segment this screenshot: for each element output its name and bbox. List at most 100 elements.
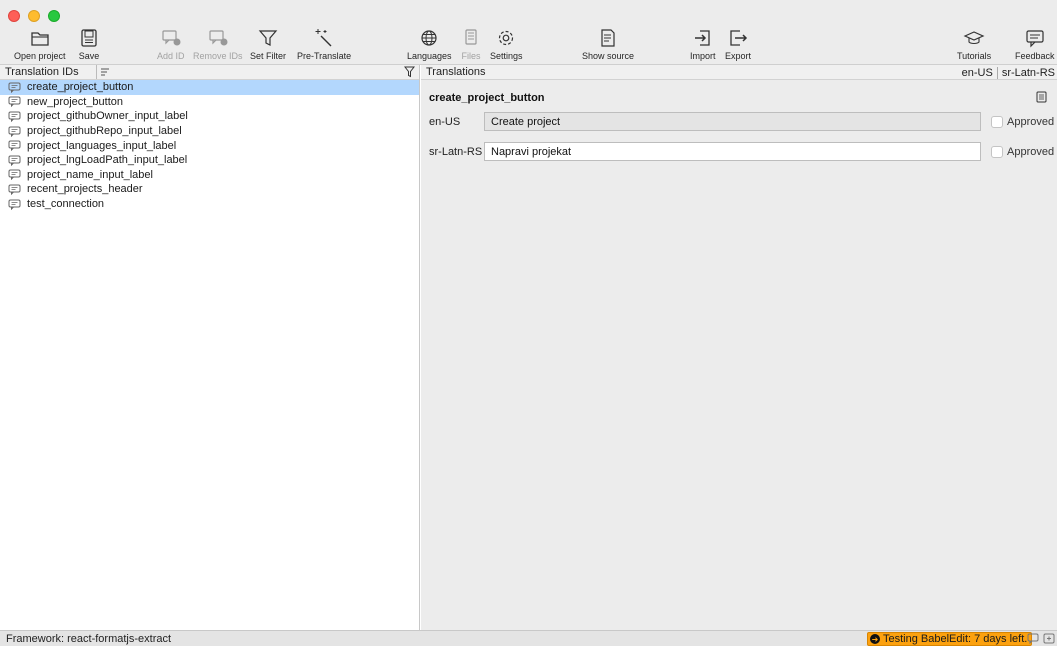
translation-id-item[interactable]: project_githubRepo_input_label [0, 124, 419, 139]
translation-id-item[interactable]: create_project_button [0, 80, 419, 95]
chat-icon[interactable] [1027, 633, 1039, 646]
open-project-button[interactable]: Open project [14, 28, 66, 62]
comment-icon [8, 199, 21, 210]
set-filter-label: Set Filter [250, 51, 287, 61]
remove-ids-button[interactable]: Remove IDs [193, 28, 243, 62]
approved-checkbox-sr-latn-rs[interactable]: Approved [991, 145, 1055, 158]
comment-icon [8, 82, 21, 93]
add-id-label: Add ID [157, 51, 185, 61]
translation-id-item[interactable]: project_lngLoadPath_input_label [0, 153, 419, 168]
filter-icon [258, 30, 278, 46]
translation-ids-header: Translation IDs [0, 65, 419, 80]
languages-button[interactable]: Languages [407, 28, 452, 62]
translation-id-item[interactable]: test_connection [0, 197, 419, 212]
translation-id-item[interactable]: project_languages_input_label [0, 138, 419, 153]
status-bar: Framework: react-formatjs-extract ➜ Test… [0, 630, 1057, 646]
set-filter-button[interactable]: Set Filter [250, 28, 286, 62]
comment-icon [8, 169, 21, 181]
comment-icon [8, 140, 21, 152]
save-button[interactable]: Save [78, 28, 100, 62]
translation-id-label: project_name_input_label [27, 168, 153, 181]
show-source-label: Show source [582, 51, 635, 61]
close-window-button[interactable] [8, 10, 20, 22]
translation-id-label: project_githubRepo_input_label [27, 125, 182, 138]
remove-comment-icon [209, 30, 228, 46]
zoom-window-button[interactable] [48, 10, 60, 22]
graduation-cap-icon [963, 31, 985, 45]
add-id-button[interactable]: Add ID [157, 28, 185, 62]
translation-id-label: test_connection [27, 198, 105, 211]
comment-icon [8, 111, 21, 122]
translation-key-title: create_project_button [429, 92, 545, 104]
pre-translate-button[interactable]: Pre-Translate [297, 28, 351, 62]
settings-button[interactable]: Settings [490, 28, 523, 62]
feedback-icon [1026, 30, 1044, 48]
comment-icon [8, 126, 21, 137]
translations-title: Translations [426, 66, 486, 78]
translation-id-item[interactable]: project_name_input_label [0, 168, 419, 183]
magic-wand-icon [315, 29, 332, 47]
row-language-label: sr-Latn-RS [429, 145, 483, 158]
translation-field-sr-latn-rs[interactable] [484, 142, 981, 161]
translation-ids-panel: Translation IDs create_project_button new… [0, 65, 420, 630]
lang-tab-divider [996, 66, 998, 79]
translation-ids-title: Translation IDs [5, 66, 79, 78]
settings-label: Settings [490, 51, 523, 61]
trial-text: Testing BabelEdit: 7 days left. [883, 633, 1028, 645]
import-button[interactable]: Import [690, 28, 716, 62]
save-icon [81, 29, 97, 47]
translation-id-label: create_project_button [27, 81, 134, 94]
lang-tab-sr-latn-rs[interactable]: sr-Latn-RS [1002, 67, 1055, 79]
comment-icon [8, 96, 21, 108]
checkbox-box[interactable] [991, 115, 1003, 128]
translation-id-label: project_lngLoadPath_input_label [27, 154, 188, 167]
window-controls [8, 10, 60, 22]
save-label: Save [78, 51, 100, 61]
minimize-window-button[interactable] [28, 10, 40, 22]
translation-row-sr-latn-rs: sr-Latn-RS Approved [421, 142, 1057, 161]
languages-label: Languages [407, 51, 452, 61]
language-tabs: en-US sr-Latn-RS [962, 65, 1055, 80]
translation-id-item[interactable]: new_project_button [0, 95, 419, 110]
tutorials-button[interactable]: Tutorials [957, 28, 991, 62]
arrow-right-icon: ➜ [870, 634, 880, 644]
checkbox-box[interactable] [991, 145, 1003, 158]
translations-panel: Translations en-US sr-Latn-RS create_pro… [421, 65, 1057, 630]
translation-id-item[interactable]: project_githubOwner_input_label [0, 109, 419, 124]
translation-row-en-us: en-US Approved [421, 112, 1057, 131]
remove-ids-label: Remove IDs [193, 51, 243, 61]
approved-label: Approved [1007, 115, 1055, 128]
import-label: Import [690, 51, 716, 61]
files-button[interactable]: Files [460, 28, 482, 62]
files-icon [465, 29, 477, 45]
feedback-button[interactable]: Feedback [1015, 28, 1055, 62]
add-comment-icon [162, 30, 181, 46]
show-source-button[interactable]: Show source [582, 28, 634, 62]
lang-tab-en-us[interactable]: en-US [962, 67, 993, 79]
translation-field-en-us[interactable] [484, 112, 981, 131]
trial-badge[interactable]: ➜ Testing BabelEdit: 7 days left. [867, 632, 1033, 646]
panel-toggle-icon[interactable] [1043, 633, 1055, 646]
filter-icon[interactable] [403, 66, 416, 81]
document-icon[interactable] [1036, 91, 1047, 106]
translation-id-list: create_project_button new_project_button p… [0, 80, 419, 211]
translation-id-label: project_languages_input_label [27, 139, 177, 152]
sort-icon[interactable] [96, 65, 112, 79]
globe-icon [421, 30, 437, 46]
gear-icon [499, 30, 514, 46]
approved-label: Approved [1007, 145, 1055, 158]
open-project-label: Open project [14, 51, 66, 61]
toolbar: Open project Save Add ID Remove IDs Set … [0, 0, 1057, 65]
translation-id-item[interactable]: recent_projects_header [0, 182, 419, 197]
feedback-label: Feedback [1015, 51, 1055, 61]
source-document-icon [601, 29, 615, 47]
translations-header: Translations en-US sr-Latn-RS [421, 65, 1057, 80]
export-button[interactable]: Export [725, 28, 751, 62]
comment-icon [8, 155, 21, 166]
export-icon [730, 30, 748, 46]
pre-translate-label: Pre-Translate [297, 51, 352, 61]
translation-id-label: project_githubOwner_input_label [27, 110, 188, 123]
approved-checkbox-en-us[interactable]: Approved [991, 115, 1055, 128]
import-icon [694, 30, 710, 46]
tutorials-label: Tutorials [957, 51, 992, 61]
